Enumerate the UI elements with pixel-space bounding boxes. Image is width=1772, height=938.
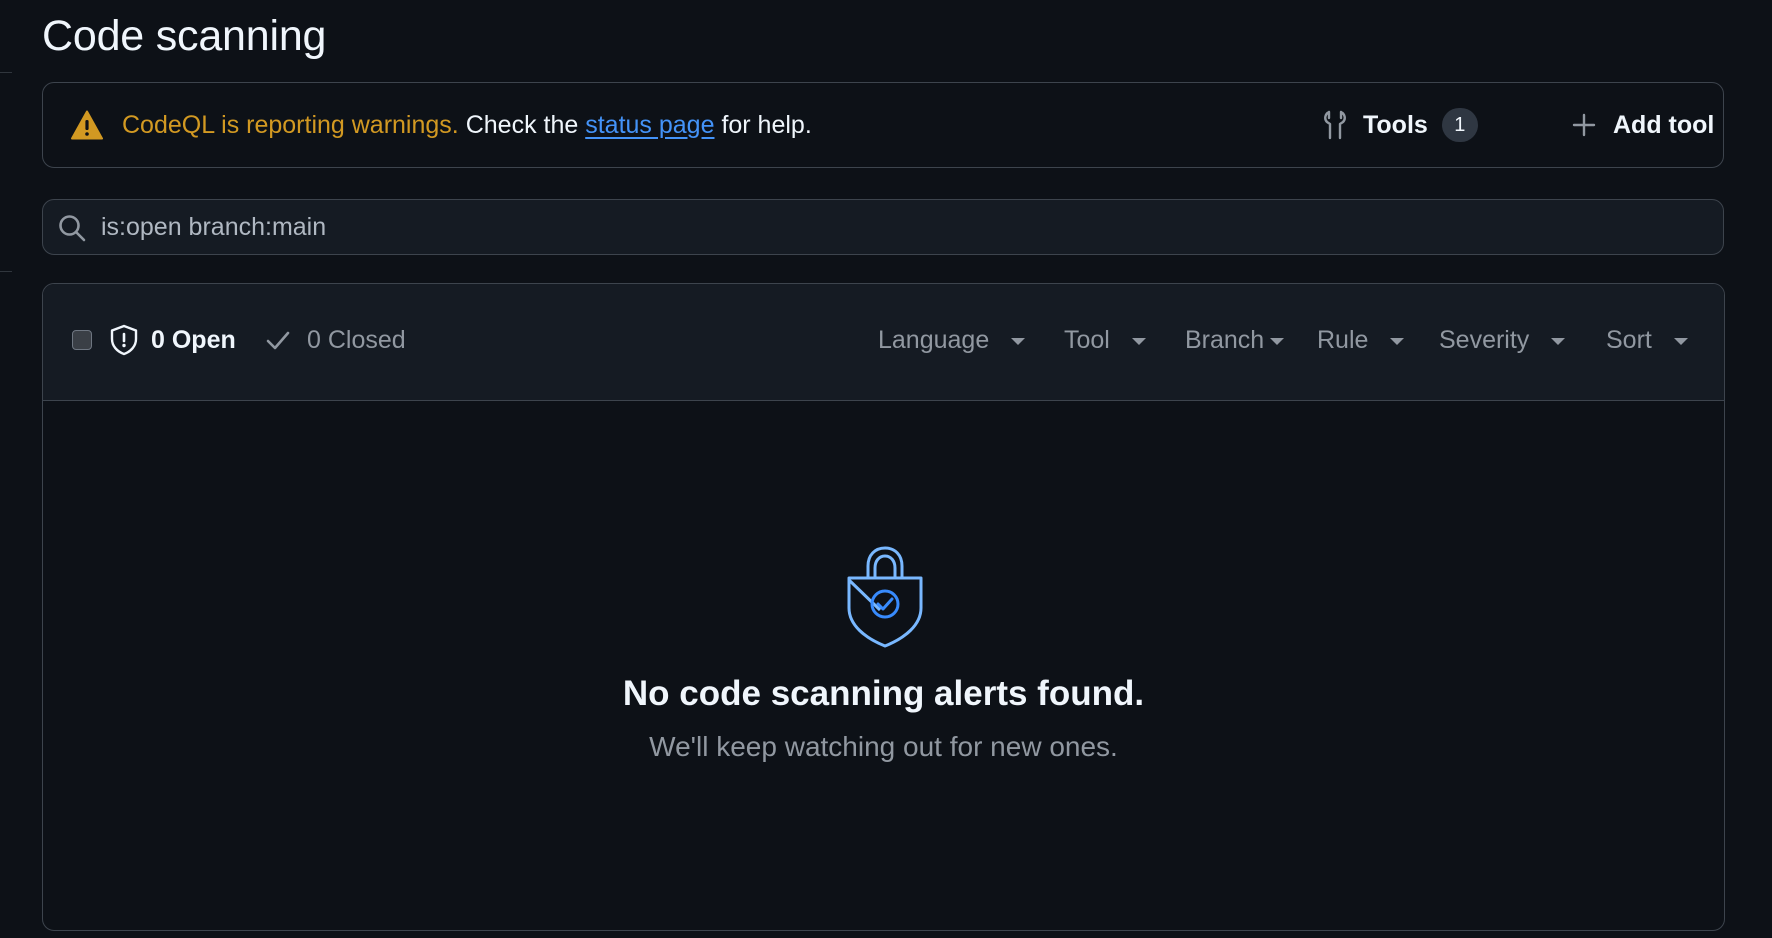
check-text: Check the — [465, 111, 579, 139]
filter-label: Sort — [1606, 325, 1652, 354]
empty-state-title: No code scanning alerts found. — [622, 674, 1145, 713]
alert-icon — [71, 110, 103, 140]
side-divider — [0, 72, 12, 73]
caret-down-icon — [1551, 338, 1566, 345]
search-input[interactable] — [101, 200, 1701, 254]
shield-alert-icon — [110, 324, 138, 356]
select-all-checkbox[interactable] — [72, 330, 92, 350]
codeql-warning-banner: CodeQL is reporting warnings. Check the … — [42, 82, 1724, 168]
caret-down-icon — [1011, 338, 1026, 345]
tools-button[interactable]: Tools 1 — [1321, 101, 1478, 149]
plus-icon — [1572, 113, 1596, 137]
caret-down-icon — [1131, 338, 1146, 345]
caret-down-icon — [1390, 338, 1405, 345]
tool-filter[interactable]: Tool — [1064, 318, 1146, 362]
branch-filter[interactable]: Branch — [1185, 318, 1285, 362]
filter-label: Branch — [1185, 325, 1265, 354]
tools-icon — [1324, 110, 1346, 140]
rule-filter[interactable]: Rule — [1317, 318, 1405, 362]
shield-lock-check-icon — [847, 546, 923, 648]
alerts-search[interactable] — [42, 199, 1724, 255]
filter-label: Tool — [1064, 325, 1110, 354]
tools-label: Tools — [1363, 110, 1428, 139]
code-scanning-page: Code scanning CodeQL is reporting warnin… — [0, 0, 1772, 938]
sort-dropdown[interactable]: Sort — [1606, 318, 1688, 362]
severity-filter[interactable]: Severity — [1439, 318, 1566, 362]
banner-message: CodeQL is reporting warnings. Check the … — [122, 83, 812, 167]
page-title: Code scanning — [42, 12, 327, 60]
empty-state-subtitle: We'll keep watching out for new ones. — [649, 731, 1118, 762]
caret-down-icon — [1270, 338, 1285, 345]
add-tool-button[interactable]: Add tool — [1571, 101, 1714, 149]
filter-label: Rule — [1317, 325, 1369, 354]
search-icon — [59, 215, 86, 242]
open-alerts-tab[interactable]: 0 Open — [109, 318, 236, 362]
alerts-list-header: 0 Open 0 Closed Language Tool Branch Rul… — [43, 284, 1724, 401]
closed-alerts-tab[interactable]: 0 Closed — [265, 318, 406, 362]
help-text: for help. — [721, 111, 812, 139]
language-filter[interactable]: Language — [878, 318, 1026, 362]
open-count-label: 0 Open — [151, 325, 236, 354]
tools-count-badge: 1 — [1441, 108, 1478, 142]
filter-label: Language — [878, 325, 990, 354]
alerts-list: 0 Open 0 Closed Language Tool Branch Rul… — [42, 283, 1725, 931]
warning-text: CodeQL is reporting warnings. — [122, 111, 459, 139]
add-tool-label: Add tool — [1613, 110, 1715, 139]
filter-label: Severity — [1439, 325, 1530, 354]
closed-count-label: 0 Closed — [307, 325, 406, 354]
status-page-link[interactable]: status page — [585, 111, 714, 139]
check-icon — [266, 331, 290, 350]
side-divider — [0, 271, 12, 272]
caret-down-icon — [1673, 338, 1688, 345]
